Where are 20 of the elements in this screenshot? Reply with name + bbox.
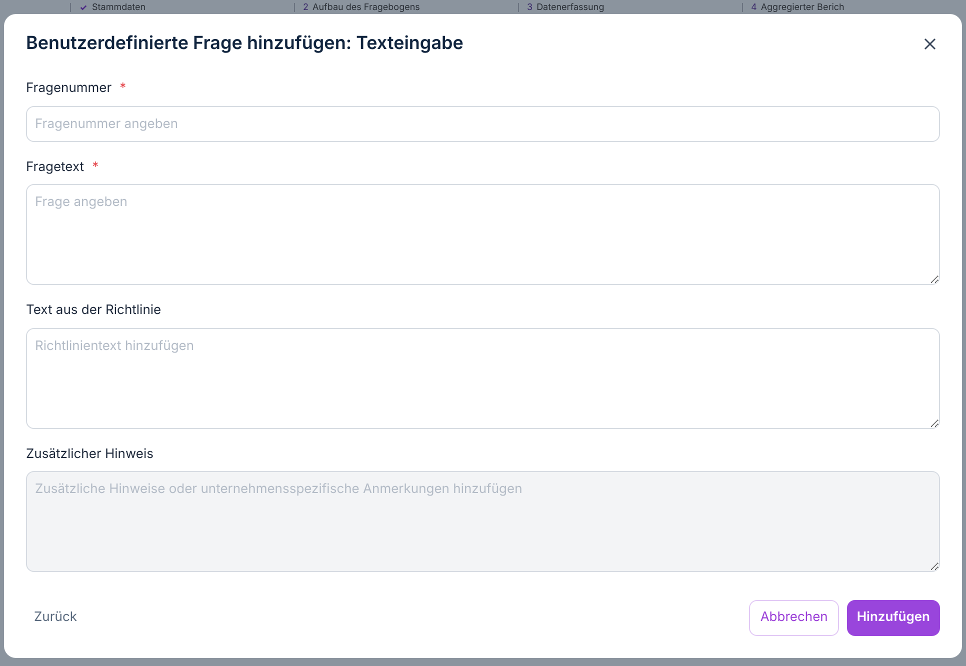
cancel-button[interactable]: Abbrechen <box>749 600 839 636</box>
back-button[interactable]: Zurück <box>26 600 86 636</box>
step-label: Aufbau des Fragebogens <box>312 2 420 12</box>
step-label: Stammdaten <box>92 2 146 12</box>
submit-button[interactable]: Hinzufügen <box>846 600 940 636</box>
field-label: Text aus der Richtlinie <box>26 301 162 320</box>
step-label: Datenerfassung <box>536 2 604 12</box>
step-label: Aggregierter Berich <box>760 2 844 12</box>
text-area-field[interactable]: Frage angeben <box>26 184 940 285</box>
text-input-field[interactable]: Fragenummer angeben <box>26 106 940 142</box>
dialog-title: Benutzerdefinierte Frage hinzufügen: Texteingabe <box>26 32 464 56</box>
step-number: 4 <box>751 2 757 12</box>
step-number: 3 <box>527 2 533 12</box>
field-label: Fragetext <box>26 158 84 176</box>
step-number: 2 <box>303 2 308 12</box>
required-mark: * <box>92 158 99 176</box>
required-mark: * <box>120 79 126 98</box>
field-label: Fragenummer <box>26 79 112 98</box>
text-area-field[interactable]: Richtlinientext hinzufügen <box>26 328 940 428</box>
field-label: Zusätzlicher Hinweis <box>26 444 154 464</box>
